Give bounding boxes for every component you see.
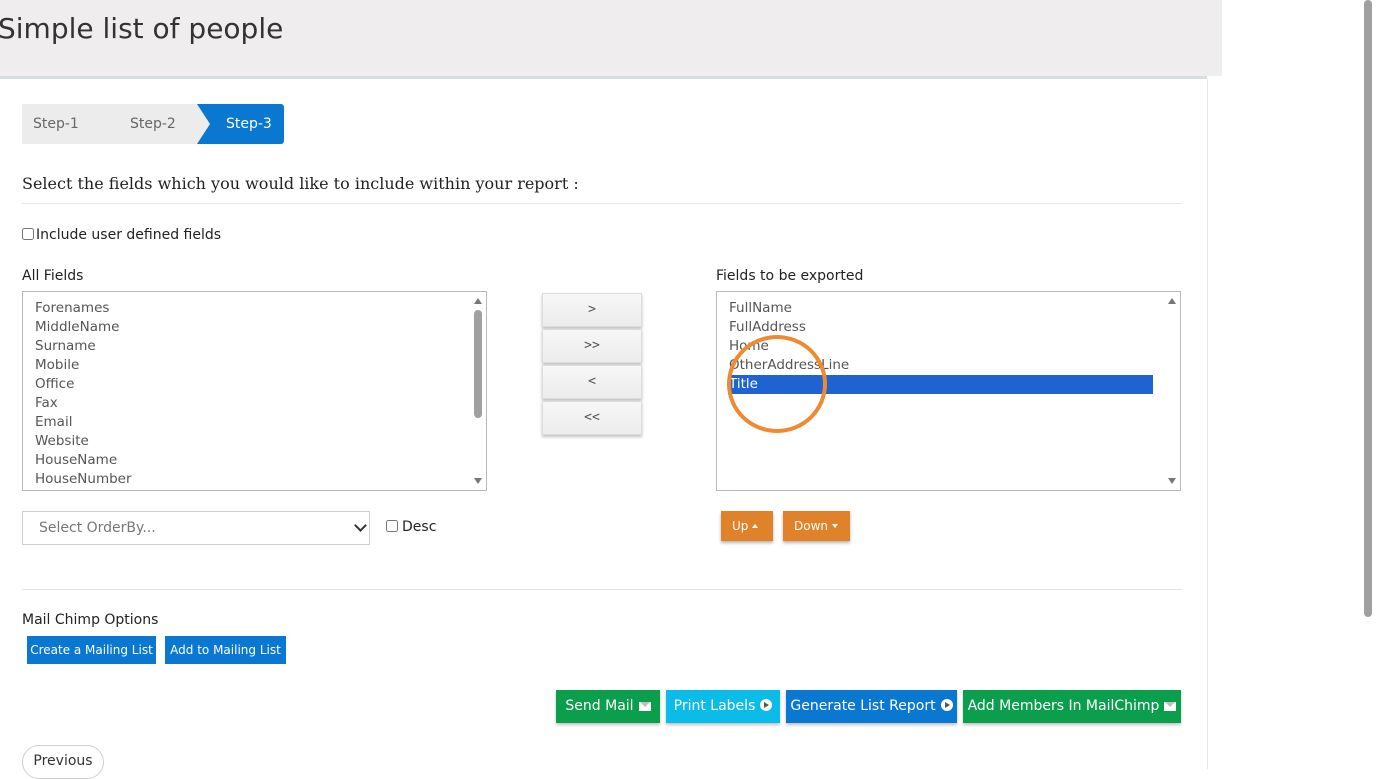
arrow-circle-right-icon: [760, 699, 773, 711]
chevron-down-icon: [354, 519, 367, 532]
page-scrollbar-thumb[interactable]: [1364, 0, 1372, 617]
step-1-tab[interactable]: Step-1: [22, 104, 117, 144]
desc-label: Desc: [402, 519, 437, 535]
list-item[interactable]: Home: [729, 337, 769, 356]
add-members-mailchimp-button[interactable]: Add Members In MailChimp: [963, 690, 1181, 723]
add-field-button[interactable]: >: [542, 293, 642, 327]
caret-up-icon: [752, 524, 759, 528]
divider: [22, 203, 1182, 204]
step-3-tab[interactable]: Step-3: [197, 104, 284, 144]
instructions-text: Select the fields which you would like t…: [22, 174, 579, 193]
orderby-placeholder: Select OrderBy...: [39, 520, 156, 536]
step-label: Step-2: [130, 116, 176, 132]
export-fields-listbox[interactable]: FullName FullAddress Home OtherAddressLi…: [716, 291, 1181, 491]
mailchimp-label: Mail Chimp Options: [22, 612, 159, 628]
scroll-up-arrow-icon[interactable]: [1168, 298, 1176, 304]
all-fields-listbox[interactable]: Forenames MiddleName Surname Mobile Offi…: [22, 291, 487, 491]
remove-field-button[interactable]: <: [542, 365, 642, 399]
generate-report-label: Generate List Report: [790, 698, 936, 714]
scroll-down-arrow-icon[interactable]: [474, 478, 482, 484]
step-label: Step-1: [33, 116, 79, 132]
list-item[interactable]: Mobile: [35, 356, 79, 375]
list-item[interactable]: Email: [35, 413, 72, 432]
envelope-icon: [638, 702, 651, 711]
desc-checkbox[interactable]: [386, 520, 398, 532]
listbox-scrollbar[interactable]: [472, 294, 484, 488]
page-title: Simple list of people: [0, 12, 284, 45]
send-mail-label: Send Mail: [565, 698, 634, 714]
divider: [22, 589, 1182, 590]
send-mail-button[interactable]: Send Mail: [556, 690, 660, 723]
desc-option[interactable]: Desc: [386, 519, 436, 535]
orderby-select[interactable]: Select OrderBy...: [22, 511, 370, 545]
list-item[interactable]: Office: [35, 375, 74, 394]
list-item[interactable]: Surname: [35, 337, 96, 356]
add-to-mailing-list-button[interactable]: Add to Mailing List: [165, 636, 286, 664]
move-up-button[interactable]: Up: [721, 511, 773, 541]
list-item[interactable]: FullAddress: [729, 318, 806, 337]
list-item[interactable]: Website: [35, 432, 89, 451]
step-2-tab[interactable]: Step-2: [102, 104, 212, 144]
list-item[interactable]: FullName: [729, 299, 792, 318]
add-all-fields-button[interactable]: >>: [542, 329, 642, 363]
print-labels-button[interactable]: Print Labels: [666, 690, 780, 723]
list-item-selected[interactable]: Title: [729, 375, 1153, 394]
caret-down-icon: [832, 524, 839, 528]
move-up-label: Up: [732, 519, 749, 533]
remove-all-fields-button[interactable]: <<: [542, 401, 642, 435]
print-labels-label: Print Labels: [673, 698, 756, 714]
list-item[interactable]: MiddleName: [35, 318, 119, 337]
list-item[interactable]: HouseName: [35, 451, 117, 470]
list-item[interactable]: Forenames: [35, 299, 109, 318]
move-down-button[interactable]: Down: [783, 511, 850, 541]
include-udf-checkbox[interactable]: [22, 228, 34, 240]
move-down-label: Down: [794, 519, 829, 533]
page-header: Simple list of people: [0, 0, 1222, 76]
list-item[interactable]: OtherAddressLine: [729, 356, 849, 375]
generate-list-report-button[interactable]: Generate List Report: [786, 690, 957, 723]
arrow-circle-right-icon: [940, 699, 953, 711]
add-members-label: Add Members In MailChimp: [967, 698, 1160, 714]
previous-button[interactable]: Previous: [22, 745, 104, 779]
right-gutter: [1222, 0, 1362, 769]
list-item[interactable]: HouseNumber: [35, 470, 132, 489]
include-udf-option[interactable]: Include user defined fields: [22, 227, 221, 243]
scrollbar-thumb[interactable]: [474, 310, 482, 418]
export-fields-label: Fields to be exported: [716, 268, 864, 284]
create-mailing-list-button[interactable]: Create a Mailing List: [27, 636, 156, 664]
all-fields-label: All Fields: [22, 268, 84, 284]
include-udf-label: Include user defined fields: [36, 227, 222, 243]
listbox-scrollbar[interactable]: [1166, 294, 1178, 488]
scroll-up-arrow-icon[interactable]: [474, 298, 482, 304]
scroll-down-arrow-icon[interactable]: [1168, 478, 1176, 484]
envelope-icon: [1164, 702, 1177, 711]
list-item[interactable]: Fax: [35, 394, 58, 413]
step-label: Step-3: [226, 116, 272, 132]
